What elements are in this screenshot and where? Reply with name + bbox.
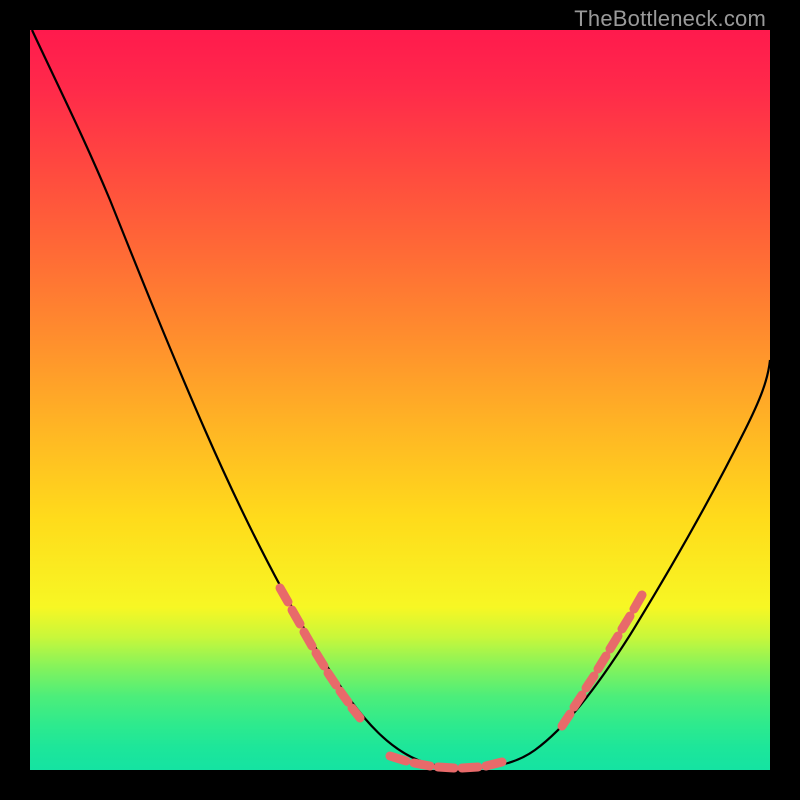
dash <box>486 762 502 766</box>
dash <box>304 632 312 646</box>
dash <box>562 714 570 726</box>
dash <box>622 616 630 629</box>
dash <box>634 595 642 609</box>
dash <box>462 767 478 768</box>
dash <box>280 588 288 602</box>
dash <box>610 636 618 649</box>
dash <box>414 763 430 766</box>
watermark-text: TheBottleneck.com <box>574 6 766 32</box>
chart-frame: TheBottleneck.com <box>0 0 800 800</box>
highlight-dashes <box>280 588 642 768</box>
dash <box>352 708 360 718</box>
dash <box>438 767 454 768</box>
dash <box>328 673 336 685</box>
dash <box>340 691 348 702</box>
curve-svg <box>30 30 770 770</box>
plot-area <box>30 30 770 770</box>
dash <box>598 656 606 669</box>
dash <box>316 653 324 666</box>
dash <box>586 676 594 688</box>
bottleneck-curve <box>32 30 770 768</box>
dash <box>390 756 406 761</box>
dash <box>292 610 300 624</box>
